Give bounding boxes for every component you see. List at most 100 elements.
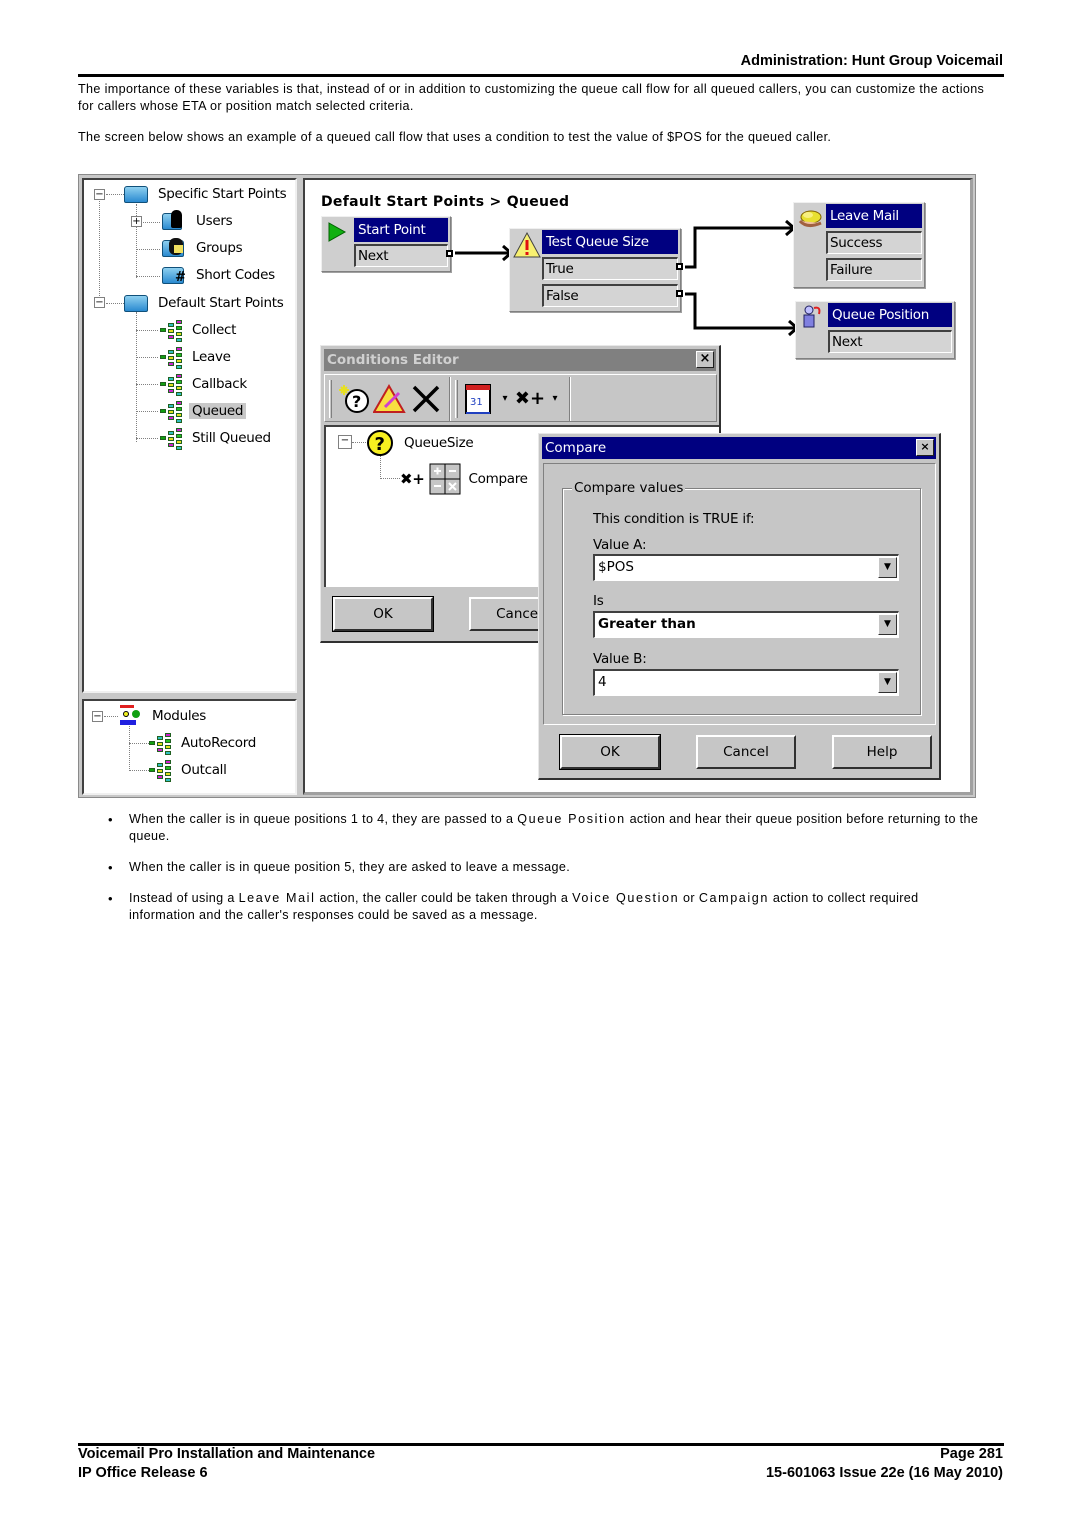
close-button[interactable]: ×	[916, 439, 934, 456]
condition-item-compare[interactable]: ✖+ Compare	[400, 463, 528, 495]
tree-item-collect[interactable]: Collect	[158, 319, 237, 342]
start-arrow-icon	[328, 222, 347, 242]
tree-line	[380, 455, 381, 479]
condition-label: Compare	[468, 471, 528, 487]
calendar-icon: 31	[465, 384, 491, 414]
dropdown-arrow-icon[interactable]: ▼	[878, 672, 897, 693]
cancel-button[interactable]: Cancel	[696, 735, 796, 769]
toolbar-grip[interactable]	[329, 380, 332, 418]
condition-item-queuesize[interactable]: ? QueueSize	[366, 430, 474, 456]
node-output-next[interactable]: Next	[828, 330, 952, 353]
call-flow-icon	[158, 400, 184, 423]
tree-line	[99, 198, 100, 306]
tree-line	[106, 194, 124, 195]
tree-line	[136, 312, 137, 442]
value-b-label: Value B:	[593, 651, 647, 667]
dropdown-arrow-icon[interactable]: ▼	[878, 557, 897, 578]
tree-item-groups[interactable]: Groups	[162, 237, 243, 259]
node-title: Test Queue Size	[542, 230, 678, 254]
node-queue-position[interactable]: Queue Position Next	[795, 301, 955, 359]
tree-item-short-codes[interactable]: # Short Codes	[162, 264, 275, 286]
node-output-success[interactable]: Success	[826, 231, 922, 254]
edit-condition-button[interactable]	[372, 381, 407, 417]
calendar-button[interactable]: 31	[463, 381, 497, 417]
dialog-title-bar[interactable]: Conditions Editor ×	[324, 349, 716, 371]
node-title: Leave Mail	[826, 204, 922, 228]
value-b-combobox[interactable]: 4 ▼	[593, 669, 899, 696]
tree-line	[106, 303, 124, 304]
tree-item-modules[interactable]: Modules	[118, 705, 206, 727]
tree-item-label: Short Codes	[196, 267, 275, 283]
tree-line	[136, 330, 158, 331]
toolbar-separator	[569, 377, 571, 421]
tree-item-autorecord[interactable]: AutoRecord	[147, 732, 256, 755]
tree-line	[136, 249, 160, 250]
tree-item-label: Still Queued	[192, 430, 271, 446]
output-port[interactable]	[676, 290, 683, 297]
node-output-false[interactable]: False	[542, 284, 678, 307]
tree-line	[136, 411, 158, 412]
compare-values-group: Compare values This condition is TRUE if…	[562, 480, 921, 715]
modules-icon	[118, 705, 144, 727]
node-output-failure[interactable]: Failure	[826, 258, 922, 281]
output-port[interactable]	[446, 250, 453, 257]
collapse-toggle[interactable]: −	[92, 711, 103, 722]
condition-question-icon: ?	[367, 430, 393, 456]
tree-item-label: Collect	[192, 322, 237, 338]
close-icon: ×	[699, 351, 711, 366]
voicemail-pro-screenshot: − Specific Start Points + Users Groups #…	[78, 174, 976, 798]
dialog-title-bar[interactable]: Compare ×	[542, 437, 936, 459]
collapse-toggle[interactable]: −	[94, 297, 105, 308]
tree-item-still-queued[interactable]: Still Queued	[158, 427, 271, 450]
node-output-next[interactable]: Next	[354, 244, 448, 267]
collapse-toggle[interactable]: −	[338, 435, 352, 449]
wire-false-to-queuepos	[685, 292, 796, 330]
new-condition-button[interactable]: ?	[337, 381, 371, 417]
node-output-true[interactable]: True	[542, 257, 678, 280]
calendar-dropdown-arrow[interactable]: ▾	[497, 381, 513, 417]
tree-item-outcall[interactable]: Outcall	[147, 759, 227, 782]
page-header-title: Administration: Hunt Group Voicemail	[740, 53, 1003, 69]
folder-icon	[124, 292, 150, 314]
bullet-icon: •	[108, 860, 113, 875]
output-port[interactable]	[676, 263, 683, 270]
delete-condition-button[interactable]	[409, 381, 443, 417]
compare-dialog: Compare × Compare values This condition …	[538, 433, 941, 780]
button-label: OK	[373, 606, 393, 622]
tree-line	[129, 743, 149, 744]
button-label: Cancel	[496, 606, 542, 622]
tree-item-specific-start-points[interactable]: Specific Start Points	[124, 183, 287, 205]
tree-item-users[interactable]: Users	[162, 210, 233, 232]
tree-item-label: Specific Start Points	[158, 186, 287, 202]
toolbar-separator	[449, 377, 451, 421]
list-item: • When the caller is in queue positions …	[108, 811, 988, 845]
node-start-point[interactable]: Start Point Next	[321, 216, 453, 272]
compare-dropdown-arrow[interactable]: ▾	[547, 381, 563, 417]
compare-add-button[interactable]: ✖+	[513, 381, 547, 417]
node-leave-mail[interactable]: Leave Mail Success Failure	[793, 202, 925, 288]
tree-item-default-start-points[interactable]: Default Start Points	[124, 292, 284, 314]
expand-toggle[interactable]: +	[131, 216, 142, 227]
tree-item-callback[interactable]: Callback	[158, 373, 247, 396]
dropdown-arrow-icon[interactable]: ▼	[878, 614, 897, 635]
toolbar-grip[interactable]	[455, 380, 458, 418]
users-icon	[162, 210, 188, 232]
footer-page-number: Page 281	[940, 1446, 1003, 1462]
call-flow-icon	[158, 319, 184, 342]
close-button[interactable]: ×	[696, 351, 714, 368]
ok-button[interactable]: OK	[332, 596, 434, 632]
queue-person-icon	[803, 305, 821, 328]
node-test-queue-size[interactable]: Test Queue Size True False	[509, 228, 683, 312]
tree-item-label: Outcall	[181, 762, 227, 778]
bullet-text: or	[679, 891, 699, 905]
value-a-combobox[interactable]: $POS ▼	[593, 554, 899, 581]
help-button[interactable]: Help	[832, 735, 932, 769]
operator-combobox[interactable]: Greater than ▼	[593, 611, 899, 638]
tree-item-queued[interactable]: Queued	[158, 400, 247, 423]
ok-button[interactable]: OK	[559, 734, 661, 770]
collapse-toggle[interactable]: −	[94, 189, 105, 200]
tree-item-leave[interactable]: Leave	[158, 346, 231, 369]
call-flow-icon	[158, 427, 184, 450]
compare-panel: Compare values This condition is TRUE if…	[543, 463, 936, 725]
bullet-text: When the caller is in queue position 5, …	[129, 860, 571, 874]
